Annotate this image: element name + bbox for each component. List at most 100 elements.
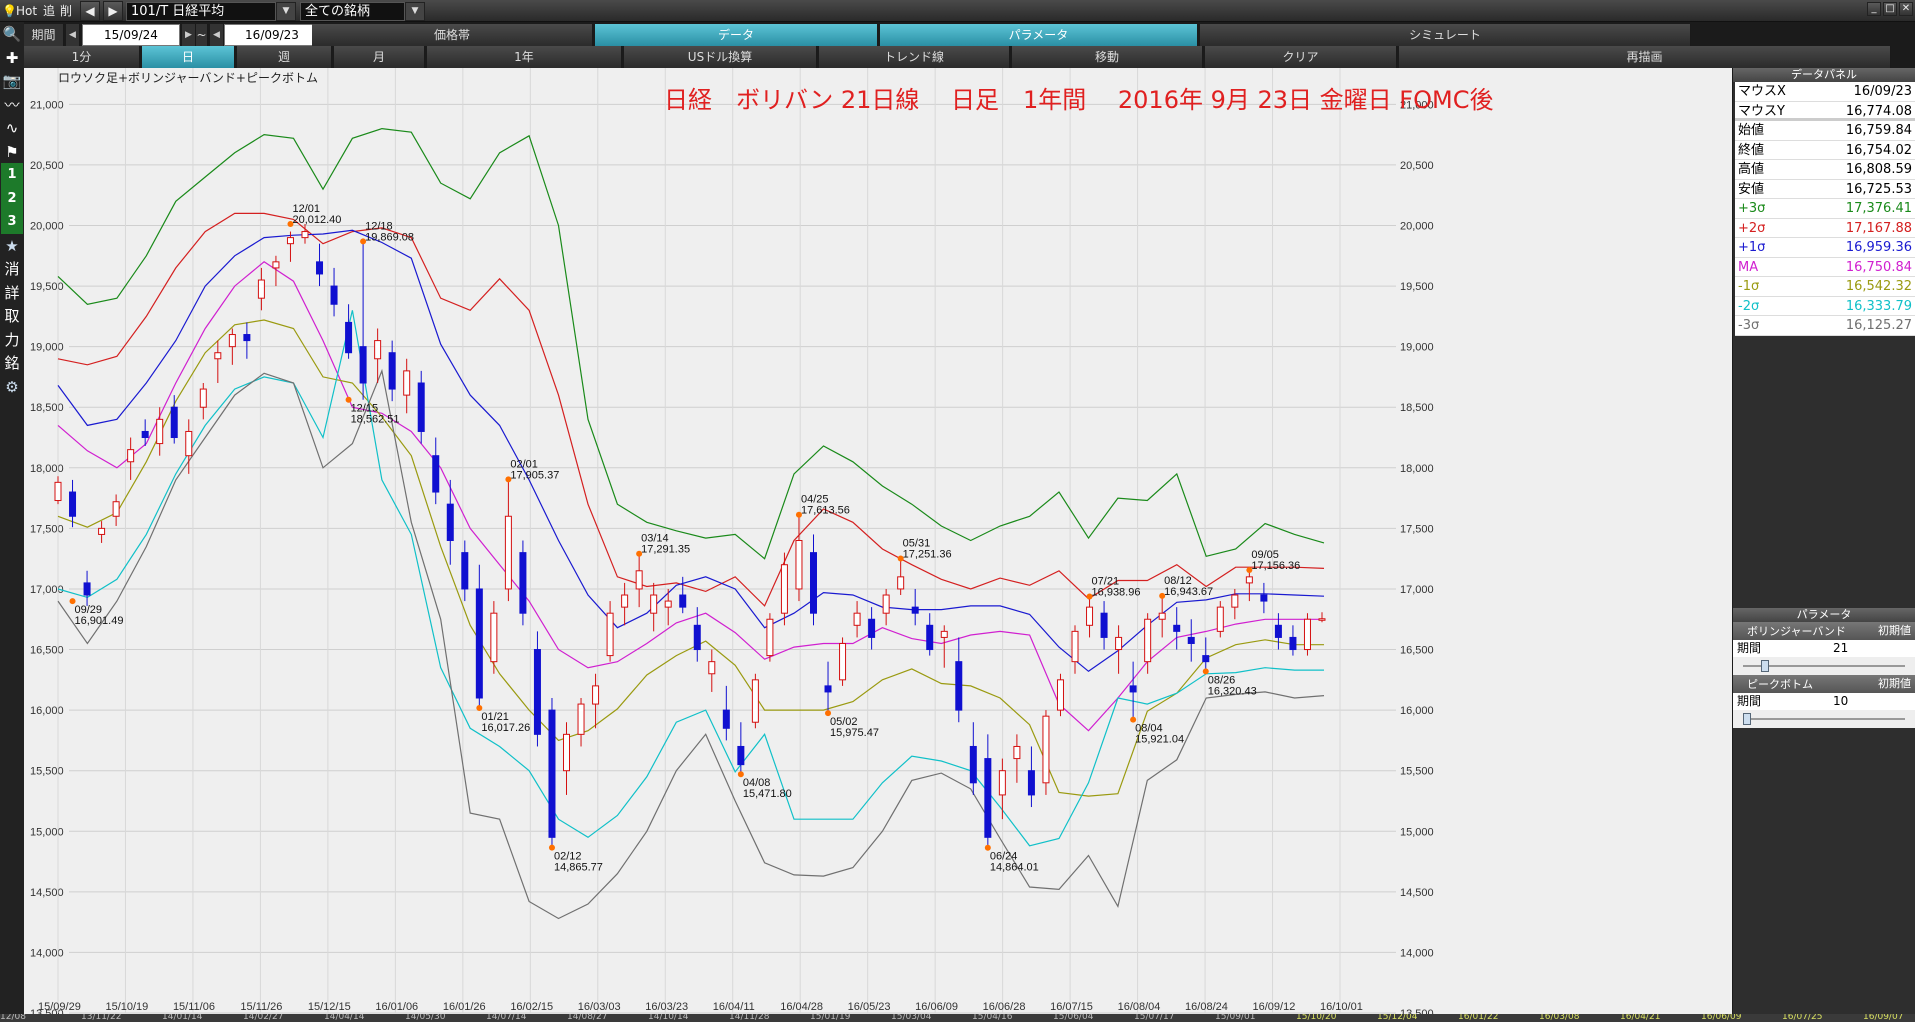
next-symbol-button[interactable]: ▶ — [103, 1, 123, 21]
tab-week[interactable]: 週 — [237, 46, 332, 68]
peakbottom-period-value[interactable]: 10 — [1833, 693, 1848, 710]
y-tick-left: 18,000 — [30, 463, 64, 475]
candle-body — [490, 612, 498, 663]
universe-select[interactable]: 全ての銘柄 — [300, 2, 405, 21]
data-row: マウスX 16/09/23 — [1735, 82, 1915, 102]
data-row: -2σ 16,333.79 — [1735, 296, 1915, 316]
tool-銘-button[interactable]: 銘 — [1, 351, 23, 375]
overview-date-label: 16/03/08 — [1539, 1014, 1580, 1022]
overview-date-label: 12/08 — [0, 1014, 26, 1022]
overview-scrollbar[interactable]: 12/08 13/11/22 14/01/14 14/02/27 14/04/14 14/… — [0, 1014, 1915, 1022]
trend-icon[interactable]: ∿ — [1, 116, 23, 140]
tab-data[interactable]: データ — [595, 24, 878, 46]
candle-body — [679, 594, 687, 608]
y-tick-left: 14,000 — [30, 947, 64, 959]
data-row: マウスY 16,774.08 — [1735, 101, 1915, 121]
camera-icon[interactable]: 📷 — [1, 69, 23, 93]
candle-body — [1173, 624, 1181, 632]
search-icon[interactable]: 🔍 — [1, 22, 23, 46]
candle-body — [432, 455, 440, 493]
symbol-dropdown[interactable]: ▼ — [276, 2, 296, 21]
date-to-prev[interactable]: ◀ — [210, 24, 224, 46]
tab-parameter[interactable]: パラメータ — [880, 24, 1198, 46]
y-tick-right: 14,500 — [1400, 887, 1434, 899]
candle-body — [54, 481, 62, 502]
peak-value-label: 17,905.37 — [510, 469, 559, 481]
close-button[interactable]: ✕ — [1899, 2, 1913, 16]
delete-button[interactable]: 削 — [60, 2, 72, 20]
tab-price-range[interactable]: 価格帯 — [312, 24, 593, 46]
peakbottom-reset-button[interactable]: 初期値 — [1878, 675, 1911, 693]
preset-2-button[interactable]: 2 — [1, 186, 23, 211]
candle-body — [737, 745, 745, 766]
bollinger-period-value[interactable]: 21 — [1833, 640, 1848, 657]
chart-area[interactable]: 21,000 21,000 20,500 20,500 20,000 20,000 19,5… — [24, 68, 1732, 1020]
slider-knob[interactable] — [1761, 660, 1770, 672]
flag-icon[interactable]: ⚑ — [1, 140, 23, 164]
tab-month[interactable]: 月 — [334, 46, 425, 68]
tab-trendline[interactable]: トレンド線 — [819, 46, 1010, 68]
tab-day[interactable]: 日 — [142, 46, 235, 68]
date-from-field[interactable]: 15/09/24 — [82, 24, 180, 46]
peak-value-label: 17,613.56 — [801, 505, 850, 517]
maximize-button[interactable]: □ — [1883, 2, 1897, 16]
candle-body — [1071, 630, 1079, 663]
data-row: -3σ 16,125.27 — [1735, 316, 1915, 336]
bollinger-reset-button[interactable]: 初期値 — [1878, 622, 1911, 640]
add-button[interactable]: 追 — [43, 2, 55, 20]
candle-body — [243, 334, 251, 342]
date-from-prev[interactable]: ◀ — [66, 24, 80, 46]
bollinger-period-label: 期間 — [1737, 641, 1762, 655]
candle-body — [955, 661, 963, 711]
tab-move[interactable]: 移動 — [1012, 46, 1203, 68]
overview-date-label: 15/12/04 — [1377, 1014, 1418, 1022]
peak-value-label: 15,975.47 — [830, 727, 879, 739]
candle-body — [127, 449, 135, 463]
data-row: 始値 16,759.84 — [1735, 121, 1915, 141]
data-row-value: 16,725.53 — [1845, 181, 1912, 197]
tab-redraw[interactable]: 再描画 — [1399, 46, 1891, 68]
tool-詳-button[interactable]: 詳 — [1, 281, 23, 305]
data-row-value: 16,754.02 — [1845, 142, 1912, 158]
universe-dropdown[interactable]: ▼ — [405, 2, 425, 21]
candle-body — [1245, 576, 1253, 584]
gear-icon[interactable]: ⚙ — [1, 375, 23, 399]
tab-usd[interactable]: USドル換算 — [624, 46, 817, 68]
x-tick-label: 16/10/01 — [1320, 1001, 1363, 1013]
data-row-value: 17,376.41 — [1845, 201, 1912, 216]
date-to-field[interactable]: 16/09/23 — [224, 24, 320, 46]
date-from-next[interactable]: ▶ — [182, 24, 196, 46]
tool-取-button[interactable]: 取 — [1, 304, 23, 328]
prev-symbol-button[interactable]: ◀ — [80, 1, 100, 21]
y-tick-right: 17,500 — [1400, 523, 1434, 535]
data-row-value: 16,333.79 — [1845, 298, 1912, 314]
hot-button[interactable]: Hot — [16, 2, 37, 20]
tool-力-button[interactable]: 力 — [1, 328, 23, 352]
tool-消-button[interactable]: 消 — [1, 257, 23, 281]
candle-body — [708, 661, 716, 675]
preset-1-button[interactable]: 1 — [1, 163, 23, 187]
slider-knob[interactable] — [1743, 713, 1751, 725]
candle-body — [1027, 770, 1035, 796]
candle-body — [1231, 594, 1239, 608]
bollinger-chart[interactable]: 21,000 21,00020,500 20,50020,000 20,00019,5… — [24, 68, 1732, 1020]
candle-body — [1216, 606, 1224, 632]
data-row: 高値 16,808.59 — [1735, 160, 1915, 180]
tab-simulate[interactable]: シミュレート — [1200, 24, 1691, 46]
line-chart-icon[interactable]: 〰 — [1, 93, 23, 117]
peak-value-label: 18,562.51 — [351, 414, 400, 426]
crosshair-icon[interactable]: ✚ — [1, 46, 23, 70]
tab-1min[interactable]: 1分 — [24, 46, 140, 68]
candle-body — [926, 624, 934, 651]
data-row: +3σ 17,376.41 — [1735, 199, 1915, 219]
y-tick-left: 19,500 — [30, 281, 64, 293]
peakbottom-period-slider[interactable] — [1733, 710, 1915, 728]
bollinger-period-slider[interactable] — [1733, 657, 1915, 675]
tab-clear[interactable]: クリア — [1205, 46, 1397, 68]
overview-date-label: 14/01/14 — [162, 1014, 203, 1022]
symbol-select[interactable]: 101/T 日経平均 — [126, 2, 276, 21]
star-icon[interactable]: ★ — [1, 234, 23, 258]
tab-1year[interactable]: 1年 — [427, 46, 622, 68]
minimize-button[interactable]: _ — [1867, 2, 1881, 16]
preset-3-button[interactable]: 3 — [1, 210, 23, 234]
